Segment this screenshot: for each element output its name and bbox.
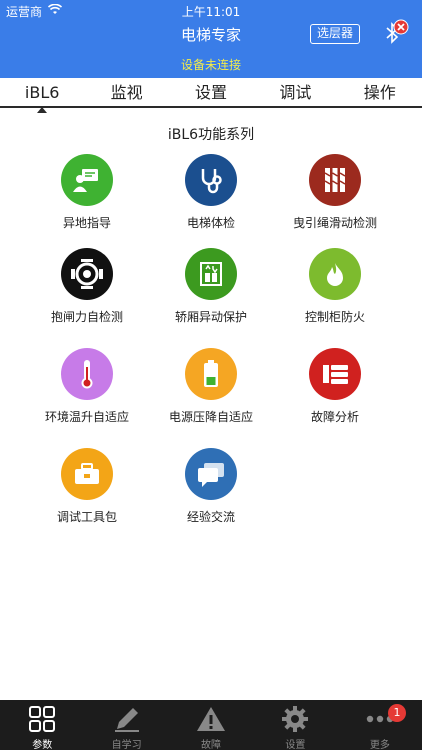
app-header: 运营商 上午11:01 电梯专家 选层器 设备未连接	[0, 0, 422, 78]
tab-label: 监视	[110, 83, 143, 102]
tabbar-item-fault[interactable]: 故障	[169, 700, 253, 750]
notification-badge: 1	[388, 704, 407, 722]
tab-operate[interactable]: 操作	[338, 80, 422, 106]
feature-rope-slip-detect[interactable]: 曳引绳滑动检测	[265, 154, 405, 231]
feature-fault-analysis[interactable]: 故障分析	[265, 348, 405, 425]
feature-label: 控制柜防火	[304, 310, 365, 324]
thermometer-icon	[61, 348, 113, 400]
tabbar-item-self-learn[interactable]: 自学习	[84, 700, 168, 750]
connection-status: 设备未连接	[180, 58, 241, 72]
feature-debug-toolkit[interactable]: 调试工具包	[17, 448, 157, 525]
feature-label: 异地指导	[62, 216, 111, 230]
feature-label: 电源压降自适应	[168, 410, 253, 424]
tabbar-label: 自学习	[111, 740, 142, 750]
grid-icon	[27, 704, 57, 734]
feature-label: 曳引绳滑动检测	[292, 216, 377, 230]
feature-label: 电梯体检	[186, 216, 235, 230]
active-tab-caret	[37, 107, 48, 113]
clock: 上午11:01	[181, 5, 241, 19]
tab-debug[interactable]: 调试	[253, 80, 337, 106]
remote-guide-icon	[61, 154, 113, 206]
warning-icon	[196, 704, 226, 734]
gear-icon	[280, 704, 310, 734]
section-title: iBL6功能系列	[167, 127, 255, 143]
tab-label: 设置	[194, 83, 227, 102]
tabbar-item-more[interactable]: 1 更多	[338, 700, 422, 750]
tabbar-label: 参数	[32, 740, 53, 750]
tab-label: 调试	[279, 83, 312, 102]
feature-elevator-checkup[interactable]: 电梯体检	[141, 154, 281, 231]
stethoscope-icon	[185, 154, 237, 206]
tabbar-item-settings[interactable]: 设置	[253, 700, 337, 750]
tabbar-label: 设置	[285, 740, 306, 750]
feature-brake-self-test[interactable]: 抱闸力自检测	[17, 248, 157, 325]
chat-icon	[185, 448, 237, 500]
fire-icon	[309, 248, 361, 300]
tab-label: 操作	[363, 83, 396, 102]
status-bar: 运营商 上午11:01	[0, 0, 422, 20]
fault-analysis-icon	[309, 348, 361, 400]
bottom-tab-bar: 参数 自学习 故障 设置 1 更多	[0, 700, 422, 750]
tab-monitor[interactable]: 监视	[85, 80, 169, 106]
tabbar-item-params[interactable]: 参数	[0, 700, 84, 750]
car-movement-icon	[185, 248, 237, 300]
floor-selector-button[interactable]: 选层器	[310, 24, 360, 44]
feature-label: 轿厢异动保护	[174, 310, 247, 324]
feature-cabinet-fire-protect[interactable]: 控制柜防火	[265, 248, 405, 325]
top-tabs: iBL6 监视 设置 调试 操作	[0, 80, 422, 113]
feature-label: 环境温升自适应	[44, 410, 129, 424]
pencil-icon	[112, 704, 142, 734]
feature-remote-guide[interactable]: 异地指导	[17, 154, 157, 231]
feature-label: 调试工具包	[56, 510, 117, 524]
feature-car-movement-protect[interactable]: 轿厢异动保护	[141, 248, 281, 325]
rope-slip-icon	[309, 154, 361, 206]
brake-motor-icon	[61, 248, 113, 300]
feature-experience-exchange[interactable]: 经验交流	[141, 448, 281, 525]
tabbar-label: 更多	[369, 740, 390, 750]
battery-icon	[185, 348, 237, 400]
toolbox-icon	[61, 448, 113, 500]
tab-settings[interactable]: 设置	[169, 80, 253, 106]
feature-voltage-drop-adapt[interactable]: 电源压降自适应	[141, 348, 281, 425]
feature-temperature-adapt[interactable]: 环境温升自适应	[17, 348, 157, 425]
bluetooth-disconnected-icon[interactable]	[380, 18, 410, 48]
tab-ibl6[interactable]: iBL6	[0, 80, 84, 113]
tabbar-label: 故障	[201, 740, 222, 750]
feature-label: 抱闸力自检测	[50, 310, 123, 324]
feature-label: 故障分析	[310, 410, 359, 424]
tab-label: iBL6	[24, 83, 60, 102]
feature-label: 经验交流	[186, 510, 235, 524]
